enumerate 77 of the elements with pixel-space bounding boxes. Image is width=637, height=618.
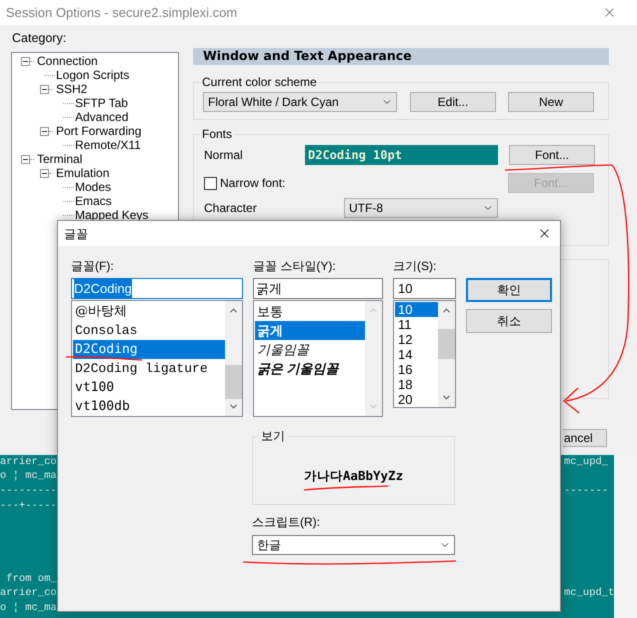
list-item[interactable]: 굵게 [255, 321, 365, 340]
terminal-text: arrier_co [0, 456, 57, 469]
tree-item[interactable]: Terminal [37, 152, 82, 166]
list-item[interactable]: 16 [395, 362, 438, 377]
terminal-text: --------- [0, 484, 57, 498]
edit-button[interactable]: Edit... [410, 92, 496, 112]
collapse-icon[interactable] [21, 154, 30, 164]
font-button[interactable]: Font... [509, 145, 595, 165]
checkbox-label: Narrow font: [220, 175, 286, 192]
panel-title: Window and Text Appearance [203, 47, 412, 66]
collapse-icon[interactable] [40, 84, 49, 94]
scrollbar[interactable] [225, 301, 242, 416]
list-item[interactable]: 보통 [255, 302, 365, 321]
terminal-text: o ¦ mc_ma [0, 602, 57, 615]
field-label: 글꼴(F): [71, 258, 115, 274]
field-label: Normal [204, 147, 244, 164]
list-item[interactable]: 굵은 기울임꼴 [255, 359, 365, 378]
ok-button[interactable]: 확인 [466, 278, 552, 302]
list-item[interactable]: 18 [395, 377, 438, 392]
list-item[interactable]: 10 [395, 302, 438, 317]
character-select[interactable]: UTF-8 [344, 198, 498, 218]
list-item[interactable]: vt100 [73, 378, 225, 397]
group-label: Fonts [201, 126, 234, 143]
tree-item[interactable]: Remote/X11 [75, 138, 141, 152]
font-sample: 가나다AaBbYyZz [304, 467, 404, 485]
tree-item[interactable]: Mapped Keys [75, 208, 148, 222]
list-item[interactable]: Consolas [73, 321, 225, 340]
scrollbar[interactable] [438, 301, 455, 407]
window-title: Session Options - secure2.simplexi.com [6, 4, 238, 22]
list-item[interactable]: 14 [395, 347, 438, 362]
terminal-text: arrier_co [0, 587, 57, 600]
terminal-text: o ¦ mc_ma [0, 470, 57, 484]
list-item[interactable]: 기울임꼴 [255, 340, 365, 359]
tree-item[interactable]: SFTP Tab [75, 96, 128, 110]
tree-item[interactable]: Emacs [75, 194, 112, 208]
scroll-thumb[interactable] [438, 329, 455, 359]
group-label: Current color scheme [201, 74, 318, 91]
font-preview-field: D2Coding 10pt [305, 145, 498, 165]
field-label: 크기(S): [393, 258, 438, 274]
list-item[interactable]: @바탕체 [73, 302, 225, 321]
tree-item[interactable]: Logon Scripts [56, 68, 130, 82]
field-label: Character [204, 200, 258, 217]
field-label: 스크립트(R): [252, 514, 321, 530]
style-field[interactable]: 굵게 [253, 278, 383, 299]
collapse-icon[interactable] [21, 56, 30, 66]
cancel-button[interactable]: 취소 [466, 309, 552, 333]
terminal-text: mc_upd_t [564, 587, 614, 600]
list-item[interactable]: vt100db [73, 397, 225, 416]
terminal-text: ------- [564, 484, 610, 498]
terminal-text: from om_ [5, 572, 57, 586]
new-button[interactable]: New [508, 92, 594, 112]
size-field[interactable]: 10 [393, 278, 456, 299]
font-name-field[interactable]: D2Coding [71, 278, 243, 299]
list-item[interactable]: 12 [395, 332, 438, 347]
cancel-button[interactable]: ancel [563, 429, 607, 447]
tree-item[interactable]: Modes [75, 180, 112, 194]
scroll-thumb[interactable] [225, 365, 242, 399]
tree-item[interactable]: Connection [37, 54, 98, 68]
list-item[interactable]: 11 [395, 317, 438, 332]
terminal-text: ---+----- [0, 500, 57, 513]
tree-item[interactable]: Advanced [75, 110, 128, 124]
color-scheme-select[interactable]: Floral White / Dark Cyan [203, 92, 397, 112]
terminal-text: mc_upd_ [564, 456, 610, 469]
field-label: 글꼴 스타일(Y): [253, 258, 337, 274]
script-select[interactable]: 한글 [252, 535, 455, 555]
dialog-title: 글꼴 [64, 226, 88, 242]
list-item[interactable]: 20 [395, 392, 438, 407]
list-item[interactable]: D2Coding [73, 340, 225, 359]
tree-item[interactable]: Emulation [56, 166, 110, 180]
category-label: Category: [12, 31, 68, 45]
tree-item[interactable]: SSH2 [56, 82, 88, 96]
collapse-icon[interactable] [40, 126, 49, 136]
list-item[interactable]: D2Coding ligature [73, 359, 225, 378]
collapse-icon[interactable] [40, 168, 49, 178]
group-label: 보기 [260, 428, 286, 445]
tree-item[interactable]: Port Forwarding [56, 124, 142, 138]
checkbox[interactable] [204, 176, 217, 190]
